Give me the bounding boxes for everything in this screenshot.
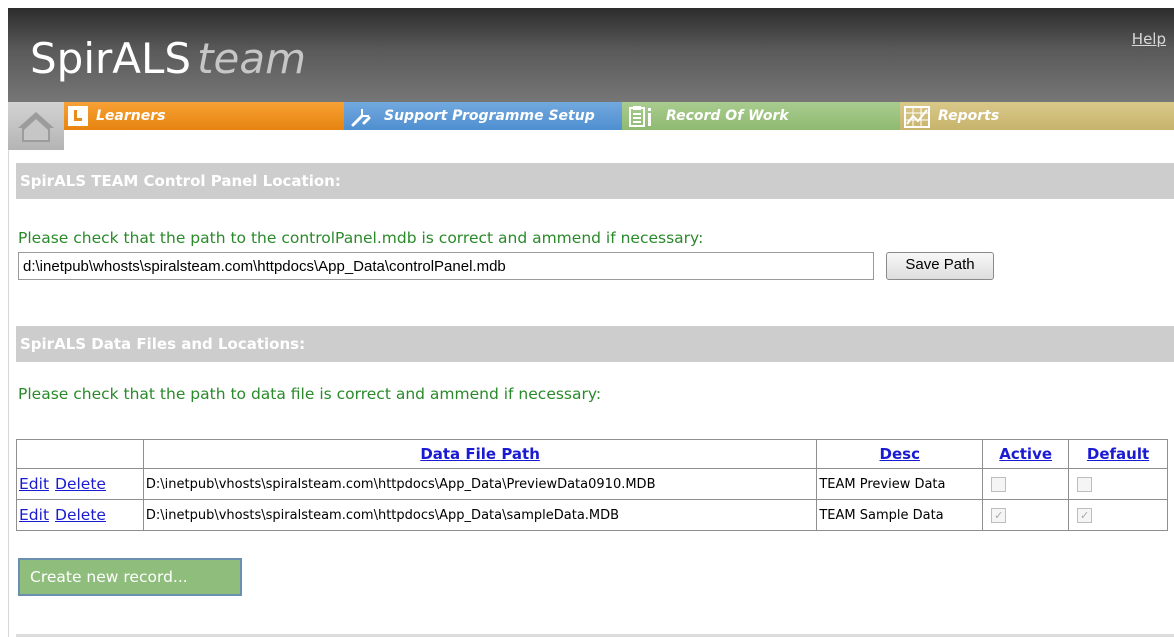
table-header-row: Data File Path Desc Active Default: [16, 439, 1168, 469]
desc-cell: TEAM Preview Data: [816, 468, 984, 500]
column-header-actions: [16, 439, 144, 469]
logo-sub: team: [197, 34, 307, 83]
default-checkbox[interactable]: [1077, 476, 1093, 492]
active-checkbox[interactable]: ✓: [991, 507, 1007, 523]
data-files-table: Data File Path Desc Active Default Edit D…: [16, 439, 1168, 531]
data-files-instruction: Please check that the path to data file …: [18, 385, 602, 403]
tab-reports[interactable]: Reports: [900, 102, 1174, 130]
help-link[interactable]: Help: [1132, 30, 1166, 48]
control-panel-instruction: Please check that the path to the contro…: [18, 229, 704, 247]
delete-link[interactable]: Delete: [55, 506, 106, 524]
control-panel-path-input[interactable]: [18, 252, 874, 280]
tab-record-label: Record Of Work: [666, 108, 789, 124]
reports-chart-icon: [904, 106, 930, 128]
tab-learners-label: Learners: [96, 108, 166, 124]
tab-support-programme-setup[interactable]: Support Programme Setup: [344, 102, 622, 130]
edit-link[interactable]: Edit: [19, 475, 49, 493]
column-header-desc[interactable]: Desc: [880, 445, 920, 463]
delete-link[interactable]: Delete: [55, 475, 106, 493]
desc-cell: TEAM Sample Data: [816, 499, 984, 531]
learner-l-icon: [68, 106, 88, 126]
create-new-record-button[interactable]: Create new record...: [18, 558, 242, 596]
column-header-default[interactable]: Default: [1087, 445, 1149, 463]
logo: SpirALSteam SpirALSteam: [30, 34, 330, 130]
edit-link[interactable]: Edit: [19, 506, 49, 524]
data-file-path-cell: D:\inetpub\vhosts\spiralsteam.com\httpdo…: [142, 499, 818, 531]
control-panel-section-title: SpirALS TEAM Control Panel Location:: [16, 163, 1174, 199]
tab-record-of-work[interactable]: Record Of Work: [622, 102, 900, 130]
home-icon: [18, 112, 54, 142]
app-header: SpirALSteam SpirALSteam Help: [8, 8, 1174, 130]
home-tab[interactable]: [8, 102, 64, 150]
active-checkbox[interactable]: [991, 476, 1007, 492]
column-header-active[interactable]: Active: [999, 445, 1052, 463]
default-checkbox[interactable]: ✓: [1077, 507, 1093, 523]
table-row: Edit Delete D:\inetpub\vhosts\spiralsteam…: [16, 499, 1168, 531]
tab-support-label: Support Programme Setup: [384, 108, 595, 124]
clipboard-icon: [629, 106, 651, 127]
data-files-section-title: SpirALS Data Files and Locations:: [16, 326, 1174, 362]
logo-main: SpirALS: [30, 34, 192, 83]
column-header-data-file-path[interactable]: Data File Path: [420, 445, 540, 463]
save-path-button[interactable]: Save Path: [886, 252, 994, 280]
data-file-path-cell: D:\inetpub\vhosts\spiralsteam.com\httpdo…: [142, 468, 818, 500]
tab-reports-label: Reports: [938, 108, 1000, 124]
tab-learners[interactable]: Learners: [64, 102, 344, 130]
divider: [8, 150, 9, 637]
table-row: Edit Delete D:\inetpub\vhosts\spiralsteam…: [16, 468, 1168, 500]
tools-icon: [351, 109, 371, 127]
